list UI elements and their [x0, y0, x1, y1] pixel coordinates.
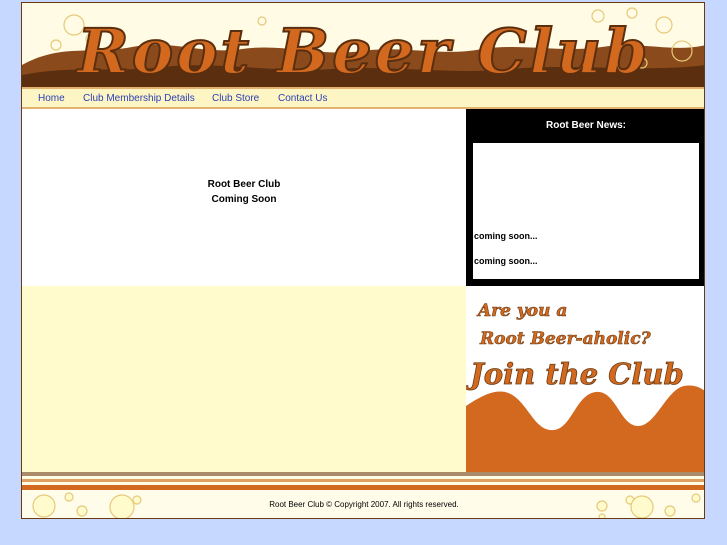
promo-line1: Are you a: [476, 301, 567, 321]
header-banner: Root Beer Club: [22, 3, 704, 87]
main-nav: Home Club Membership Details Club Store …: [22, 87, 704, 109]
page-container: Root Beer Club Home Club Membership Deta…: [21, 2, 705, 519]
main-title: Root Beer Club: [207, 179, 281, 190]
coming-soon-message: Root Beer Club Coming Soon: [22, 177, 466, 207]
main-content: Root Beer Club Coming Soon: [22, 109, 466, 286]
banner-art: Root Beer Club: [22, 7, 704, 87]
site-logo: Root Beer Club: [75, 15, 650, 87]
news-title: Root Beer News:: [545, 120, 626, 131]
nav-membership-link[interactable]: Club Membership Details: [83, 93, 195, 104]
promo-line2: Root Beer-aholic?: [479, 329, 652, 349]
footer: Root Beer Club © Copyright 2007. All rig…: [22, 490, 704, 518]
join-club-promo[interactable]: Are you a Root Beer-aholic? Join the Clu…: [466, 286, 704, 472]
copyright-notice: Root Beer Club © Copyright 2007. All rig…: [269, 500, 459, 509]
secondary-content-area: [22, 286, 466, 472]
nav-contact-link[interactable]: Contact Us: [278, 93, 327, 104]
news-item: coming soon...: [474, 256, 538, 266]
news-panel: Root Beer News: coming soon... coming so…: [466, 109, 704, 286]
footer-stripes: [22, 472, 704, 490]
promo-line3: Join the Club: [466, 357, 684, 391]
news-item: coming soon...: [474, 231, 538, 241]
news-box: coming soon... coming soon...: [473, 143, 699, 279]
promo-art: Are you a Root Beer-aholic? Join the Clu…: [466, 301, 704, 472]
nav-home-link[interactable]: Home: [38, 93, 65, 104]
main-subtitle: Coming Soon: [211, 194, 277, 205]
nav-store-link[interactable]: Club Store: [212, 93, 259, 104]
